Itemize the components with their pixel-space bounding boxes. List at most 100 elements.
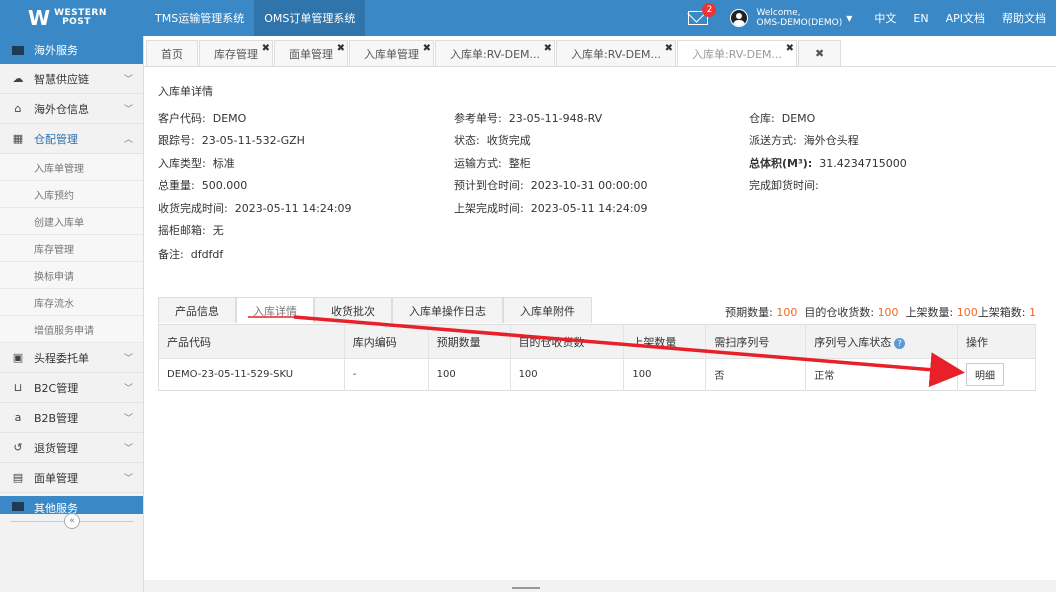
tab-attachments[interactable]: 入库单附件 xyxy=(503,297,592,323)
sidebar-sub-create-inbound[interactable]: 创建入库单 xyxy=(0,208,143,235)
return-icon: ↺ xyxy=(13,441,23,454)
chevron-down-icon: ﹀ xyxy=(123,414,133,424)
tab-inventory[interactable]: 库存管理 ✖ xyxy=(199,40,273,66)
tab-inbound-orders[interactable]: 入库单管理 ✖ xyxy=(349,40,434,66)
tab-home[interactable]: 首页 xyxy=(146,40,198,66)
col-received-qty: 目的仓收货数 xyxy=(510,324,625,359)
col-actions: 操作 xyxy=(957,324,1036,359)
sidebar-sub-inbound-booking[interactable]: 入库预约 xyxy=(0,181,143,208)
sidebar-item-distribution[interactable]: ▦ 仓配管理 ︿ xyxy=(0,124,143,154)
tab-receiving-batches[interactable]: 收货批次 xyxy=(314,297,392,323)
chevron-down-icon: ﹀ xyxy=(123,444,133,454)
close-icon[interactable]: ✖ xyxy=(423,43,431,54)
bottom-bar xyxy=(144,580,1056,592)
field-tracking: 跟踪号: 23-05-11-532-GZH xyxy=(158,134,305,147)
lang-zh-link[interactable]: 中文 xyxy=(874,10,896,26)
grid-icon: ▦ xyxy=(12,132,24,145)
col-product-code: 产品代码 xyxy=(158,324,345,359)
field-delivery: 派送方式: 海外仓头程 xyxy=(749,134,859,147)
chevron-down-icon: ﹀ xyxy=(123,354,133,364)
mail-icon[interactable]: 2 xyxy=(688,3,717,25)
sidebar-sub-inventory[interactable]: 库存管理 xyxy=(0,235,143,262)
avatar-icon[interactable] xyxy=(730,9,749,27)
chevron-down-icon: ﹀ xyxy=(123,474,133,484)
tab-inbound-2[interactable]: 入库单:RV-DEM... ✖ xyxy=(556,40,676,66)
close-icon[interactable]: ✖ xyxy=(665,43,673,54)
field-weight: 总重量: 500.000 xyxy=(158,179,248,192)
field-eta: 预计到仓时间: 2023-10-31 00:00:00 xyxy=(454,179,648,192)
close-icon: ✖ xyxy=(815,47,825,60)
user-menu-caret-icon[interactable]: ▼ xyxy=(846,14,852,23)
document-icon: ▤ xyxy=(12,471,24,484)
close-icon[interactable]: ✖ xyxy=(544,43,552,54)
logo[interactable]: W WESTERN POST xyxy=(0,0,145,36)
page-tabs: 首页 库存管理 ✖ 面单管理 ✖ 入库单管理 ✖ 入库单:RV-DEM... ✖ 入库单… xyxy=(146,40,842,66)
field-received-time: 收货完成时间: 2023-05-11 14:24:09 xyxy=(158,202,352,215)
sidebar-item-b2b[interactable]: a B2B管理 ﹀ xyxy=(0,403,143,433)
field-shelved-time: 上架完成时间: 2023-05-11 14:24:09 xyxy=(454,202,648,215)
cart-icon: ⊔ xyxy=(13,381,23,394)
top-bar: W WESTERN POST TMS运输管理系统 OMS订单管理系统 2 Wel… xyxy=(0,0,1056,36)
briefcase-icon: ▣ xyxy=(12,351,24,364)
tab-inbound-1[interactable]: 入库单:RV-DEM... ✖ xyxy=(435,40,555,66)
tab-product-info[interactable]: 产品信息 xyxy=(158,297,236,323)
tab-inbound-3[interactable]: 入库单:RV-DEM... ✖ xyxy=(677,40,797,66)
welcome-text[interactable]: Welcome, OMS-DEMO(DEMO) xyxy=(756,8,842,28)
col-serial-status: 序列号入库状态? xyxy=(805,324,958,359)
field-container: 摇柜邮箱: 无 xyxy=(158,224,224,237)
collapse-sidebar-button[interactable]: « xyxy=(64,513,80,529)
sidebar-item-returns[interactable]: ↺ 退货管理 ﹀ xyxy=(0,433,143,463)
sidebar-head-other[interactable]: 其他服务 xyxy=(0,496,143,514)
mail-badge: 2 xyxy=(702,3,717,17)
sidebar: 海外服务 ☁ 智慧供应链 ﹀ ⌂ 海外仓信息 ﹀ ▦ 仓配管理 ︿ 入库单管理 … xyxy=(0,36,144,592)
chevron-down-icon: ﹀ xyxy=(123,384,133,394)
tab-inbound-details[interactable]: 入库详情 xyxy=(236,297,314,323)
page-title: 入库单详情 xyxy=(158,85,213,98)
sidebar-item-first-leg[interactable]: ▣ 头程委托单 ﹀ xyxy=(0,343,143,373)
sidebar-item-supply-chain[interactable]: ☁ 智慧供应链 ﹀ xyxy=(0,64,143,94)
detail-button[interactable]: 明细 xyxy=(966,363,1004,386)
field-warehouse: 仓库: DEMO xyxy=(749,112,816,125)
api-docs-link[interactable]: API文档 xyxy=(946,10,985,26)
tms-system-tab[interactable]: TMS运输管理系统 xyxy=(145,0,254,36)
chevron-down-icon: ﹀ xyxy=(123,75,133,85)
oms-system-tab[interactable]: OMS订单管理系统 xyxy=(254,0,366,36)
folder-icon xyxy=(12,45,24,55)
tab-operation-log[interactable]: 入库单操作日志 xyxy=(392,297,503,323)
close-icon[interactable]: ✖ xyxy=(786,43,794,54)
sidebar-sub-inbound-orders[interactable]: 入库单管理 xyxy=(0,154,143,181)
col-shelved-qty: 上架数量 xyxy=(623,324,707,359)
logo-text-2: POST xyxy=(62,17,91,27)
inbound-details-table: 产品代码 库内编码 预期数量 目的仓收货数 上架数量 需扫序列号 序列号入库状态… xyxy=(158,324,1036,391)
help-docs-link[interactable]: 帮助文档 xyxy=(1002,10,1046,26)
col-scan-serial: 需扫序列号 xyxy=(705,324,807,359)
lang-en-link[interactable]: EN xyxy=(913,12,928,25)
sidebar-head-overseas[interactable]: 海外服务 xyxy=(0,36,143,64)
tab-labels[interactable]: 面单管理 ✖ xyxy=(274,40,348,66)
sidebar-sub-relabel[interactable]: 换标申请 xyxy=(0,262,143,289)
help-icon[interactable]: ? xyxy=(894,337,906,349)
field-volume: 总体积(M³): 31.4234715000 xyxy=(749,157,907,170)
folder-icon xyxy=(12,502,24,511)
resize-handle[interactable] xyxy=(512,587,540,589)
sidebar-item-warehouse-info[interactable]: ⌂ 海外仓信息 ﹀ xyxy=(0,94,143,124)
chevron-up-icon: ︿ xyxy=(123,135,133,145)
field-customer-code: 客户代码: DEMO xyxy=(158,112,247,125)
logo-mark-icon: W xyxy=(28,6,50,30)
close-icon[interactable]: ✖ xyxy=(262,43,270,54)
field-type: 入库类型: 标准 xyxy=(158,157,235,170)
sidebar-sub-value-added[interactable]: 增值服务申请 xyxy=(0,316,143,343)
sidebar-item-labels[interactable]: ▤ 面单管理 ﹀ xyxy=(0,463,143,493)
field-remark: 备注: dfdfdf xyxy=(158,248,224,261)
sidebar-item-b2c[interactable]: ⊔ B2C管理 ﹀ xyxy=(0,373,143,403)
chevron-down-icon: ﹀ xyxy=(123,105,133,115)
close-all-tabs-button[interactable]: ✖ xyxy=(798,40,842,66)
sidebar-sub-stock-flow[interactable]: 库存流水 xyxy=(0,289,143,316)
field-status: 状态: 收货完成 xyxy=(454,134,531,147)
close-icon[interactable]: ✖ xyxy=(337,43,345,54)
summary-stats: 预期数量: 100 目的仓收货数: 100 上架数量: 100上架箱数: 1 xyxy=(725,306,1036,319)
col-internal-code: 库内编码 xyxy=(344,324,429,359)
home-icon: ⌂ xyxy=(14,102,22,115)
field-transport: 运输方式: 整柜 xyxy=(454,157,531,170)
cloud-icon: ☁ xyxy=(12,72,24,85)
